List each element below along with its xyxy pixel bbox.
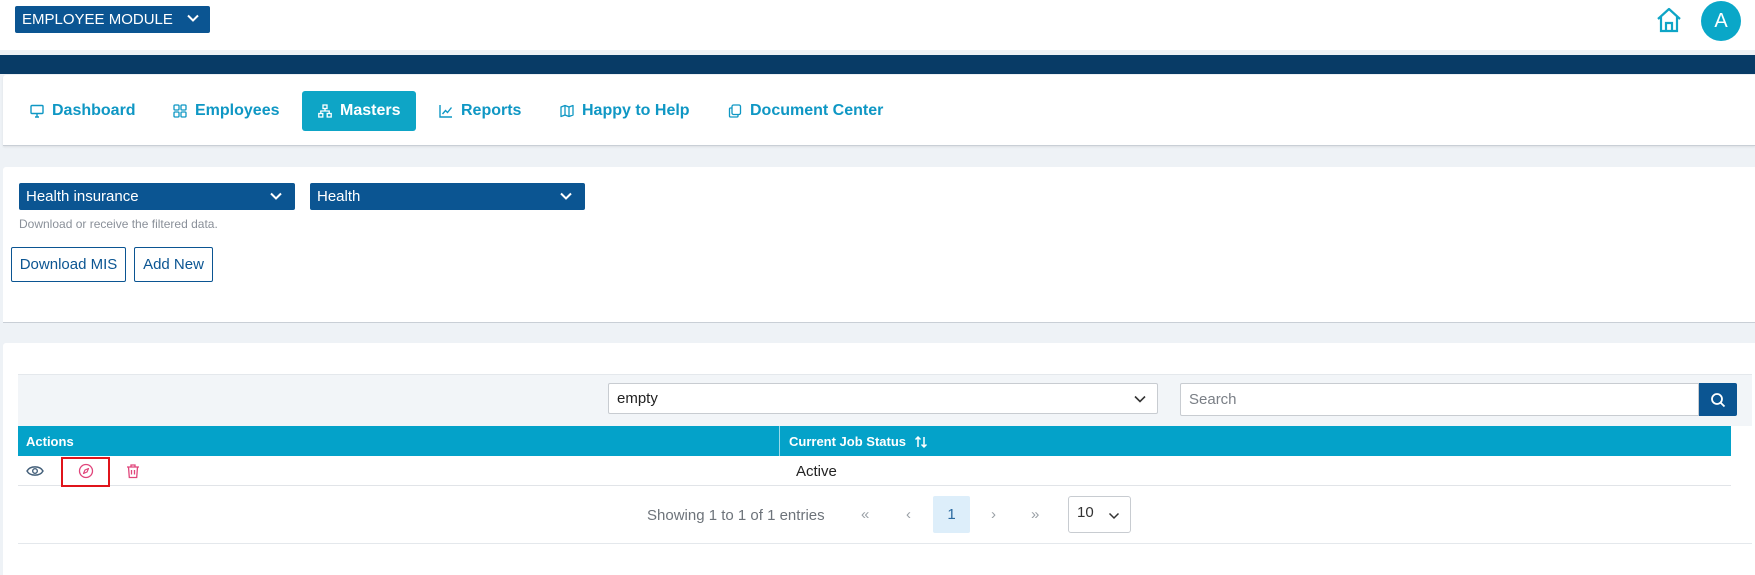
map-icon — [560, 104, 574, 118]
first-page-button[interactable]: « — [861, 506, 869, 523]
current-page-button[interactable]: 1 — [933, 496, 970, 533]
trash-icon — [127, 464, 139, 479]
table-header: Actions Current Job Status — [18, 426, 1731, 456]
chevron-down-icon — [270, 192, 282, 200]
download-mis-button[interactable]: Download MIS — [11, 247, 126, 282]
nav-item-happy-to-help[interactable]: Happy to Help — [544, 91, 706, 131]
nav-item-document-center[interactable]: Document Center — [712, 91, 899, 131]
compass-icon — [78, 463, 94, 479]
main-nav: Dashboard Employees Masters Reports Happ… — [3, 75, 1755, 146]
chevron-down-icon — [1108, 512, 1120, 520]
nav-item-label: Document Center — [750, 102, 884, 119]
prev-page-button[interactable]: ‹ — [906, 506, 911, 523]
chevron-down-icon — [187, 14, 199, 22]
search-icon — [1711, 392, 1726, 407]
chevron-down-icon — [560, 192, 572, 200]
table-toolbar: empty — [18, 374, 1752, 426]
current-job-status-cell: Active — [796, 463, 837, 480]
data-table-panel: empty Actions Current Job Status — [3, 343, 1755, 575]
avatar[interactable]: A — [1701, 1, 1741, 41]
nav-item-label: Employees — [195, 102, 280, 119]
nav-item-reports[interactable]: Reports — [423, 91, 537, 131]
view-button[interactable] — [24, 460, 46, 482]
table-row: Active — [18, 456, 1731, 487]
eye-icon — [26, 466, 44, 476]
type-select-label: Health — [317, 188, 361, 205]
search-button[interactable] — [1699, 383, 1737, 416]
header-strip — [0, 55, 1755, 74]
nav-item-label: Happy to Help — [582, 102, 690, 119]
nav-item-label: Dashboard — [52, 102, 136, 119]
next-page-button[interactable]: › — [991, 506, 996, 523]
column-filter-select[interactable]: empty — [608, 383, 1158, 414]
column-divider — [779, 426, 780, 456]
column-header-current-job-status[interactable]: Current Job Status — [789, 434, 928, 449]
column-filter-label: empty — [617, 390, 658, 407]
per-page-value: 10 — [1077, 504, 1094, 521]
line-chart-icon — [439, 105, 453, 118]
top-bar: EMPLOYEE MODULE A — [0, 0, 1755, 50]
module-select[interactable]: EMPLOYEE MODULE — [15, 6, 210, 33]
module-select-label: EMPLOYEE MODULE — [22, 11, 173, 28]
category-select-label: Health insurance — [26, 188, 139, 205]
chevron-down-icon — [1134, 395, 1146, 403]
avatar-initial: A — [1714, 9, 1728, 32]
filter-hint: Download or receive the filtered data. — [19, 217, 218, 231]
copy-icon — [728, 104, 742, 118]
page-info: Showing 1 to 1 of 1 entries — [647, 507, 825, 524]
sitemap-icon — [318, 104, 332, 118]
delete-button[interactable] — [122, 460, 144, 482]
filter-panel: Health insurance Health Download or rece… — [3, 167, 1755, 323]
home-icon[interactable] — [1655, 6, 1683, 34]
type-select[interactable]: Health — [310, 183, 585, 210]
last-page-button[interactable]: » — [1031, 506, 1039, 523]
nav-item-label: Reports — [461, 102, 522, 119]
monitor-icon — [30, 104, 44, 118]
grid-icon — [173, 104, 187, 118]
nav-item-employees[interactable]: Employees — [157, 91, 295, 131]
nav-item-dashboard[interactable]: Dashboard — [14, 91, 152, 131]
nav-item-label: Masters — [340, 102, 401, 119]
pagination: Showing 1 to 1 of 1 entries « ‹ 1 › » 10 — [18, 486, 1752, 544]
column-header-actions: Actions — [26, 434, 74, 449]
add-new-button[interactable]: Add New — [134, 247, 213, 282]
per-page-select[interactable]: 10 — [1068, 496, 1131, 533]
sort-icon — [914, 435, 928, 448]
nav-item-masters[interactable]: Masters — [302, 91, 417, 131]
category-select[interactable]: Health insurance — [19, 183, 295, 210]
search-input[interactable] — [1180, 383, 1699, 416]
column-header-label: Current Job Status — [789, 434, 907, 449]
edit-button[interactable] — [75, 460, 97, 482]
